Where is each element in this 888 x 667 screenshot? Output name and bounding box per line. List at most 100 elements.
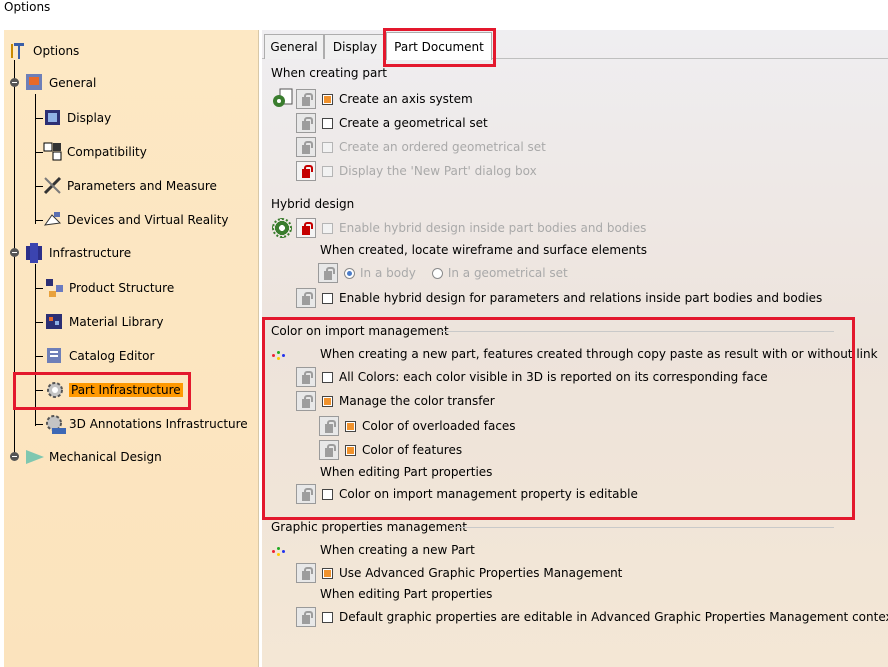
collapse-icon[interactable] [10,452,19,461]
tree-line [35,94,36,224]
section-title-creating-part: When creating part [271,66,387,80]
parameters-measure-icon [42,175,64,197]
tab-display[interactable]: Display [324,34,386,59]
devices-vr-icon [42,209,64,231]
tree-item-3d-annotations[interactable]: 3D Annotations Infrastructure [44,413,248,435]
tree-label: Infrastructure [49,246,132,260]
tree-label: Display [67,111,112,125]
tree-line [35,356,43,357]
tree-item-catalog-editor[interactable]: Catalog Editor [44,345,154,367]
create-ordered-row: Create an ordered geometrical set [296,136,546,158]
tree-item-mechanical-design[interactable]: Mechanical Design [24,446,162,468]
tree-label: Options [33,44,80,58]
lock-button[interactable] [296,89,316,109]
collapse-icon[interactable] [10,78,19,87]
options-tools-icon [8,40,30,62]
window-title: Options [4,0,51,14]
window-titlebar: Options [0,0,888,22]
tab-label: General [270,40,318,54]
create-geo-set-label: Create a geometrical set [339,116,488,130]
in-geo-set-label: In a geometrical set [447,266,568,280]
enable-params-row: Enable hybrid design for parameters and … [296,287,822,309]
default-editable-label: Default graphic properties are editable … [339,610,888,624]
creating-new-part-label: When creating a new Part [320,543,475,557]
display-dialog-checkbox [322,165,333,177]
tree-item-parameters-measure[interactable]: Parameters and Measure [42,175,217,197]
tree-label: Product Structure [69,281,175,295]
display-dialog-row: Display the 'New Part' dialog box [296,160,537,182]
tree-label: Parameters and Measure [67,179,217,193]
lock-button[interactable] [296,137,316,157]
in-body-radio[interactable] [344,267,355,279]
lock-button[interactable] [296,563,316,583]
tree-label: Compatibility [67,145,147,159]
tree-item-devices-vr[interactable]: Devices and Virtual Reality [42,209,229,231]
highlight-color-import [262,317,855,520]
enable-params-label: Enable hybrid design for parameters and … [339,291,823,305]
enable-hybrid-checkbox [322,222,333,234]
create-geo-set-row: Create a geometrical set [296,112,488,134]
section-title-hybrid: Hybrid design [271,197,355,211]
highlight-part-document-tab [383,28,496,67]
tree-item-product-structure[interactable]: Product Structure [44,277,174,299]
hybrid-gear-icon [272,218,292,238]
tree-root-options[interactable]: Options [8,40,79,62]
tree-line [35,424,43,425]
create-axis-checkbox[interactable] [322,93,333,105]
tree-label: 3D Annotations Infrastructure [69,417,248,431]
product-structure-icon [44,277,66,299]
options-tree: Options General Display Compatibility Pa… [4,30,259,667]
tab-bar: General Display Part Document [262,30,888,60]
tree-item-material-library[interactable]: Material Library [44,311,164,333]
infrastructure-icon [24,242,46,264]
tree-label: Devices and Virtual Reality [67,213,229,227]
enable-hybrid-row: Enable hybrid design inside part bodies … [296,217,646,239]
create-axis-row: Create an axis system [296,88,473,110]
tree-label: General [49,76,97,90]
editing-part-label: When editing Part properties [320,587,493,601]
3d-annotations-gear-icon [44,413,66,435]
tree-line [35,322,43,323]
display-icon [42,107,64,129]
use-advanced-checkbox[interactable] [322,567,333,579]
default-editable-row: Default graphic properties are editable … [296,606,888,628]
create-ordered-checkbox [322,141,333,153]
use-advanced-label: Use Advanced Graphic Properties Manageme… [339,566,623,580]
tab-label: Display [332,40,378,54]
tree-label: Material Library [69,315,164,329]
locked-icon[interactable] [296,161,316,181]
tree-label: Mechanical Design [49,450,162,464]
tree-item-general[interactable]: General [24,72,96,94]
create-axis-label: Create an axis system [339,92,473,106]
use-advanced-row: Use Advanced Graphic Properties Manageme… [296,562,622,584]
tree-line [35,288,43,289]
tree-item-display[interactable]: Display [42,107,111,129]
locate-label: When created, locate wireframe and surfa… [320,243,648,257]
compatibility-icon [42,141,64,163]
mechanical-design-icon [24,446,46,468]
lock-button[interactable] [296,288,316,308]
locked-icon[interactable] [296,218,316,238]
enable-params-checkbox[interactable] [322,292,333,304]
tree-item-infrastructure[interactable]: Infrastructure [24,242,131,264]
tree-label: Catalog Editor [69,349,155,363]
catalog-editor-icon [44,345,66,367]
default-editable-checkbox[interactable] [322,611,333,623]
lock-button[interactable] [296,607,316,627]
enable-hybrid-label: Enable hybrid design inside part bodies … [339,221,647,235]
tab-general[interactable]: General [264,34,324,59]
tree-item-compatibility[interactable]: Compatibility [42,141,147,163]
section-title-graphic: Graphic properties management [271,520,467,534]
create-geo-set-checkbox[interactable] [322,117,333,129]
highlight-part-infrastructure [13,372,191,410]
lock-button[interactable] [318,263,338,283]
locate-options-row: In a body In a geometrical set [318,262,568,284]
part-document-icon [271,88,293,110]
in-geo-set-radio[interactable] [431,267,443,279]
material-library-icon [44,311,66,333]
collapse-icon[interactable] [10,248,19,257]
general-icon [24,72,46,94]
display-dialog-label: Display the 'New Part' dialog box [339,164,537,178]
lock-button[interactable] [296,113,316,133]
in-body-label: In a body [360,266,416,280]
